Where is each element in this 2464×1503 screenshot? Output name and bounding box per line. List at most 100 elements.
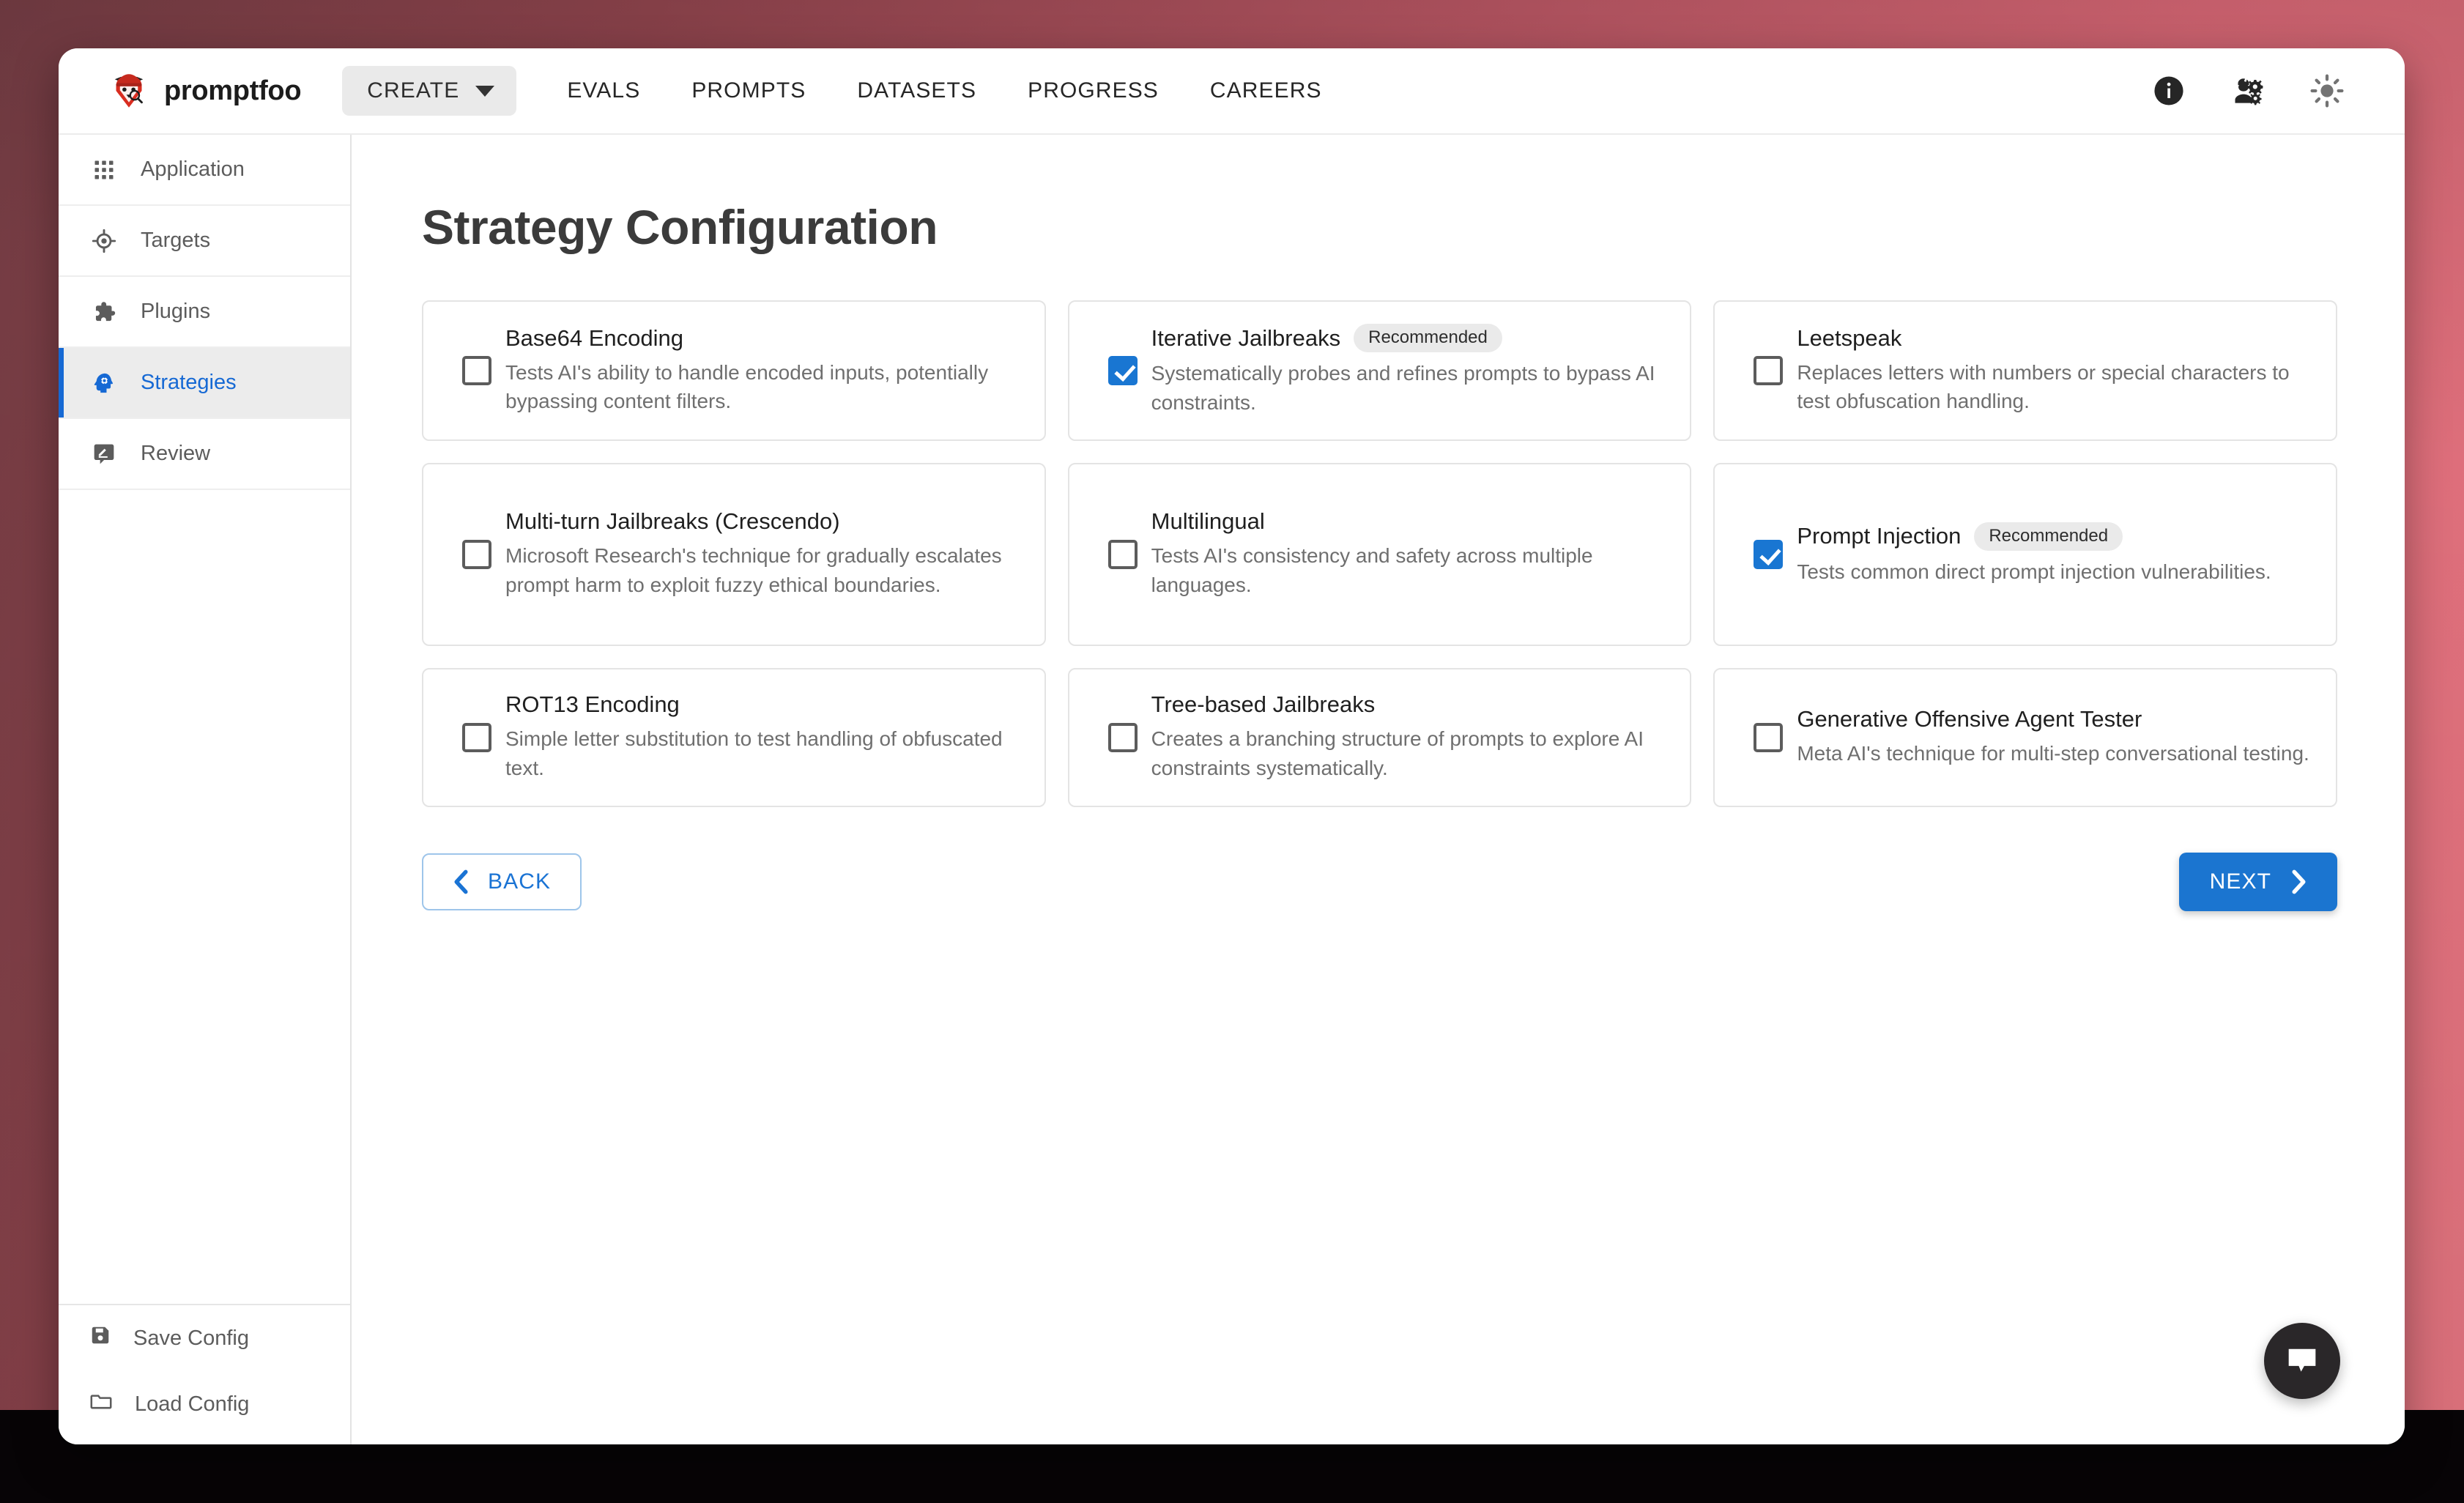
- sidebar-item-review[interactable]: Review: [59, 419, 350, 490]
- strategy-checkbox[interactable]: [1754, 356, 1783, 385]
- app-body: Application Targets: [59, 135, 2405, 1444]
- strategy-checkbox[interactable]: [462, 356, 491, 385]
- checkbox-wrap: [448, 540, 505, 569]
- strategy-card-tree-based-jailbreaks[interactable]: Tree-based Jailbreaks Creates a branchin…: [1068, 668, 1692, 807]
- sidebar-item-application[interactable]: Application: [59, 135, 350, 206]
- create-menu-button[interactable]: CREATE: [342, 66, 516, 116]
- card-text: Multilingual Tests AI's consistency and …: [1151, 508, 1666, 600]
- psychology-head-icon: [89, 371, 119, 395]
- strategy-card-base64-encoding[interactable]: Base64 Encoding Tests AI's ability to ha…: [422, 300, 1046, 441]
- strategy-card-prompt-injection[interactable]: Prompt Injection Recommended Tests commo…: [1713, 463, 2337, 646]
- strategy-checkbox[interactable]: [1108, 356, 1138, 385]
- engineering-icon[interactable]: [2229, 72, 2267, 110]
- back-button-label: BACK: [488, 869, 551, 894]
- checkbox-wrap: [448, 356, 505, 385]
- rate-review-icon: [89, 442, 119, 466]
- recommended-badge: Recommended: [1354, 324, 1502, 352]
- strategy-card-generative-offensive-agent-tester[interactable]: Generative Offensive Agent Tester Meta A…: [1713, 668, 2337, 807]
- strategy-title: Leetspeak: [1797, 325, 1901, 352]
- strategy-card-iterative-jailbreaks[interactable]: Iterative Jailbreaks Recommended Systema…: [1068, 300, 1692, 441]
- nav-link-progress[interactable]: PROGRESS: [1002, 78, 1184, 103]
- strategy-checkbox[interactable]: [1108, 723, 1138, 752]
- strategy-title: ROT13 Encoding: [505, 691, 680, 718]
- sidebar-footer-label: Load Config: [135, 1392, 249, 1417]
- card-head: Prompt Injection Recommended: [1797, 522, 2311, 551]
- nav-link-prompts[interactable]: PROMPTS: [666, 78, 831, 103]
- recommended-badge: Recommended: [1974, 522, 2123, 551]
- card-head: Multilingual: [1151, 508, 1666, 535]
- strategy-card-rot13-encoding[interactable]: ROT13 Encoding Simple letter substitutio…: [422, 668, 1046, 807]
- sidebar-item-list: Application Targets: [59, 135, 350, 490]
- card-text: Leetspeak Replaces letters with numbers …: [1797, 325, 2311, 417]
- strategy-checkbox[interactable]: [1108, 540, 1138, 569]
- info-icon[interactable]: [2150, 72, 2188, 110]
- puzzle-piece-icon: [89, 300, 119, 324]
- strategy-card-multi-turn-jailbreaks[interactable]: Multi-turn Jailbreaks (Crescendo) Micros…: [422, 463, 1046, 646]
- checkbox-wrap: [1094, 723, 1151, 752]
- strategy-checkbox[interactable]: [1754, 540, 1783, 569]
- chat-launcher-button[interactable]: [2264, 1323, 2340, 1399]
- checkbox-wrap: [1740, 540, 1797, 569]
- create-menu-label: CREATE: [367, 78, 459, 103]
- strategy-description: Tests common direct prompt injection vul…: [1797, 557, 2311, 587]
- save-config-button[interactable]: Save Config: [59, 1305, 350, 1371]
- strategy-title: Generative Offensive Agent Tester: [1797, 706, 2142, 732]
- strategy-description: Simple letter substitution to test handl…: [505, 724, 1020, 783]
- card-head: Multi-turn Jailbreaks (Crescendo): [505, 508, 1020, 535]
- strategy-title: Multi-turn Jailbreaks (Crescendo): [505, 508, 840, 535]
- strategy-checkbox[interactable]: [462, 723, 491, 752]
- strategy-card-multilingual[interactable]: Multilingual Tests AI's consistency and …: [1068, 463, 1692, 646]
- strategy-checkbox[interactable]: [462, 540, 491, 569]
- page-title: Strategy Configuration: [422, 199, 2337, 255]
- brand[interactable]: promptfoo: [108, 70, 301, 111]
- checkbox-wrap: [1094, 356, 1151, 385]
- nav-link-evals[interactable]: EVALS: [541, 78, 666, 103]
- strategy-description: Tests AI's consistency and safety across…: [1151, 541, 1666, 600]
- card-head: Base64 Encoding: [505, 325, 1020, 352]
- sidebar-item-targets[interactable]: Targets: [59, 206, 350, 277]
- checkbox-wrap: [1094, 540, 1151, 569]
- sidebar-item-strategies[interactable]: Strategies: [59, 348, 350, 419]
- strategy-card-leetspeak[interactable]: Leetspeak Replaces letters with numbers …: [1713, 300, 2337, 441]
- checkbox-wrap: [1740, 356, 1797, 385]
- nav-link-careers[interactable]: CAREERS: [1184, 78, 1348, 103]
- sidebar-item-label: Application: [141, 157, 245, 182]
- save-icon: [89, 1324, 111, 1352]
- strategy-title: Iterative Jailbreaks: [1151, 325, 1340, 352]
- next-button-label: NEXT: [2210, 869, 2271, 894]
- next-button[interactable]: NEXT: [2179, 853, 2337, 911]
- strategy-checkbox[interactable]: [1754, 723, 1783, 752]
- chat-bubble-icon: [2284, 1343, 2320, 1379]
- card-head: Tree-based Jailbreaks: [1151, 691, 1666, 718]
- strategy-description: Meta AI's technique for multi-step conve…: [1797, 739, 2311, 768]
- nav-link-datasets[interactable]: DATASETS: [831, 78, 1002, 103]
- strategy-description: Replaces letters with numbers or special…: [1797, 358, 2311, 417]
- card-text: Iterative Jailbreaks Recommended Systema…: [1151, 324, 1666, 417]
- sidebar-item-label: Targets: [141, 229, 210, 253]
- strategy-grid: Base64 Encoding Tests AI's ability to ha…: [422, 300, 2337, 807]
- wizard-footer: BACK NEXT: [422, 853, 2337, 911]
- sidebar-item-label: Strategies: [141, 371, 237, 395]
- sidebar-item-plugins[interactable]: Plugins: [59, 277, 350, 348]
- app-window: promptfoo CREATE EVALS PROMPTS DATASETS …: [59, 48, 2405, 1444]
- strategy-title: Prompt Injection: [1797, 523, 1961, 549]
- back-button[interactable]: BACK: [422, 853, 582, 910]
- nav-right-actions: [2150, 72, 2374, 110]
- load-config-button[interactable]: Load Config: [59, 1371, 350, 1437]
- chevron-down-icon: [475, 86, 494, 97]
- nav-links: EVALS PROMPTS DATASETS PROGRESS CAREERS: [541, 78, 1347, 103]
- card-text: ROT13 Encoding Simple letter substitutio…: [505, 691, 1020, 783]
- sidebar-footer: Save Config Load Config: [59, 1304, 350, 1444]
- card-head: ROT13 Encoding: [505, 691, 1020, 718]
- strategy-description: Creates a branching structure of prompts…: [1151, 724, 1666, 783]
- card-text: Generative Offensive Agent Tester Meta A…: [1797, 706, 2311, 768]
- card-text: Prompt Injection Recommended Tests commo…: [1797, 522, 2311, 587]
- light-mode-icon[interactable]: [2308, 72, 2346, 110]
- strategy-description: Tests AI's ability to handle encoded inp…: [505, 358, 1020, 417]
- card-text: Tree-based Jailbreaks Creates a branchin…: [1151, 691, 1666, 783]
- strategy-description: Systematically probes and refines prompt…: [1151, 359, 1666, 417]
- checkbox-wrap: [448, 723, 505, 752]
- wizard-sidebar: Application Targets: [59, 135, 352, 1444]
- strategy-title: Base64 Encoding: [505, 325, 683, 352]
- sidebar-item-label: Plugins: [141, 300, 210, 324]
